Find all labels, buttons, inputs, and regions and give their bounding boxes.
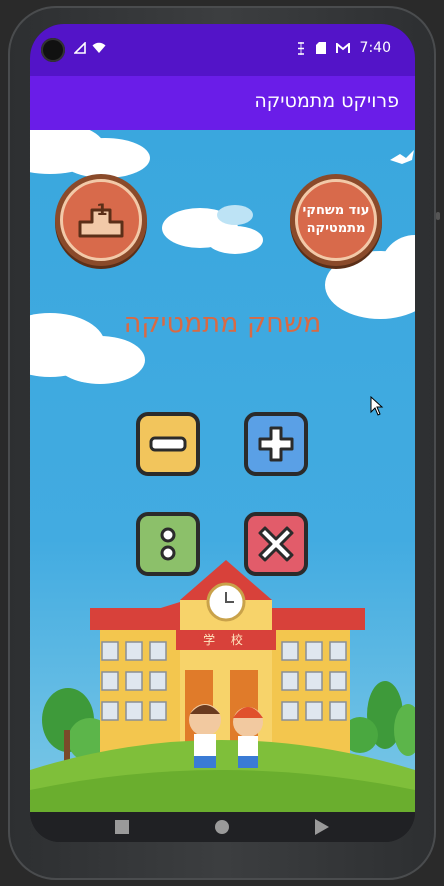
status-left-icons [74,42,106,54]
back-button[interactable] [307,812,337,842]
leaderboard-button[interactable] [55,174,147,266]
leaderboard-number: 1 [96,200,108,219]
divide-button[interactable] [136,512,200,576]
status-bar: 7:40 [30,24,415,76]
status-right-icons: 7:40 [296,40,391,56]
multiply-button[interactable] [244,512,308,576]
power-button [436,212,440,220]
gmail-icon [335,42,350,53]
app-bar: פרויקט מתמטיקה [30,76,415,130]
screen: 7:40 פרויקט מתמטיקה 学 校 1 עוד משחקי מתמט… [30,24,415,842]
divide-icon [160,527,176,561]
front-camera [41,38,65,62]
school-sign: 学 校 [203,633,249,647]
minus-button[interactable] [136,412,200,476]
recents-icon [115,820,129,834]
app-title: פרויקט מתמטיקה [254,90,399,112]
game-menu-background: 学 校 1 עוד משחקי מתמטיקה משחק מתמטיקה [30,130,415,812]
more-games-label: עוד משחקי מתמטיקה [302,203,370,236]
sd-card-icon [315,42,326,54]
navigation-bar [30,812,415,842]
plus-button[interactable] [244,412,308,476]
mouse-pointer-icon [370,396,384,416]
minus-icon [149,436,187,452]
device-frame: 7:40 פרויקט מתמטיקה 学 校 1 עוד משחקי מתמט… [0,0,444,886]
home-button[interactable] [207,812,237,842]
leaderboard-button-face [60,179,142,261]
recents-button[interactable] [107,812,137,842]
more-math-games-button[interactable]: עוד משחקי מתמטיקה [290,174,382,266]
signal-icon [74,42,86,54]
clock-time: 7:40 [359,40,391,56]
plus-icon [258,426,294,462]
game-title: משחק מתמטיקה [123,308,322,339]
wifi-icon [92,42,106,53]
multiply-icon [258,526,294,562]
sim-icon [297,41,304,55]
more-games-button-face: עוד משחקי מתמטיקה [295,179,377,261]
back-icon [315,819,329,835]
home-icon [215,820,229,834]
